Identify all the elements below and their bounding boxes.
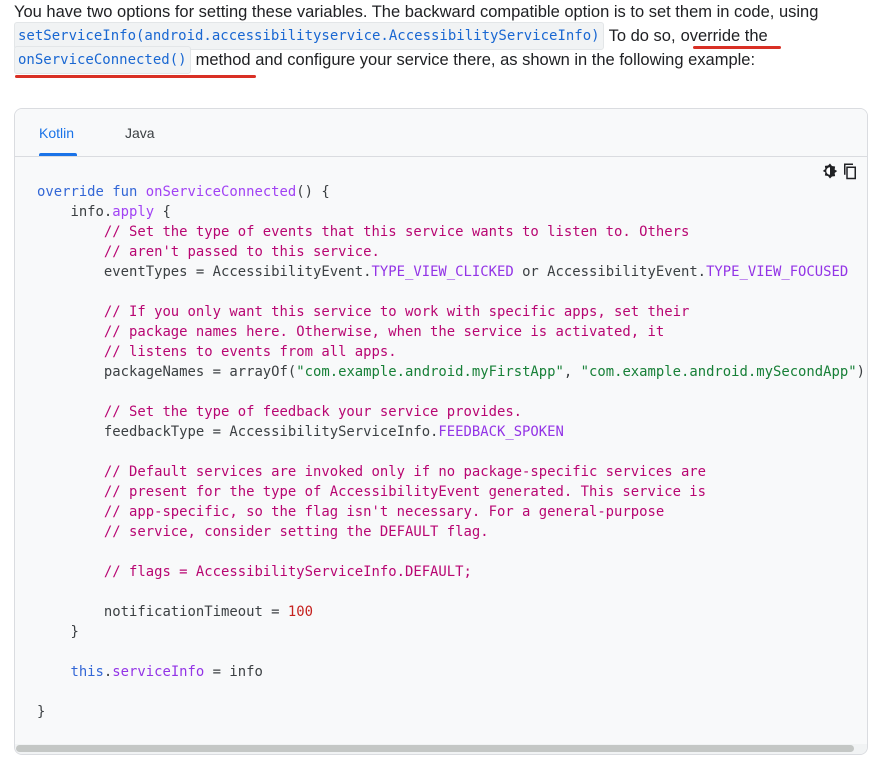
code-string: "com.example.android.myFirstApp" [296,364,564,380]
code-comment: // package names here. Otherwise, when t… [103,324,665,340]
intro-text-2: To do so, [608,27,676,45]
code-comment: // app-specific, so the flag isn't neces… [103,504,665,520]
highlight-underline-2 [15,75,256,78]
intro-line-1: You have two options for setting these v… [14,0,874,24]
code-token: FEEDBACK_SPOKEN [438,424,564,440]
override-link[interactable]: override the [681,24,768,48]
code-comment: // flags = AccessibilityServiceInfo.DEFA… [103,564,472,580]
intro-line-3: onServiceConnected() method and configur… [14,46,874,74]
brightness-icon[interactable] [821,162,839,180]
code-comment: // Set the type of feedback your service… [103,404,523,420]
horizontal-scrollbar[interactable] [15,744,867,754]
code-link-onserviceconnected[interactable]: onServiceConnected() [14,46,191,74]
active-tab-indicator [39,153,77,156]
code-token: TYPE_VIEW_FOCUSED [706,264,849,280]
code-content: override fun onServiceConnected() { info… [37,182,865,722]
code-token: , [563,364,581,380]
code-comment: // Set the type of events that this serv… [103,224,690,240]
code-comment: // service, consider setting the DEFAULT… [103,524,489,540]
code-comment: // Default services are invoked only if … [103,464,707,480]
code-sample-card: Kotlin Java override fun onServiceConnec… [14,108,868,755]
code-token: this [70,664,104,680]
intro-text-1: You have two options for setting these v… [14,3,819,21]
code-token: } [37,704,46,720]
code-token: = info [204,664,263,680]
code-token: ) [856,364,865,380]
intro-paragraph: You have two options for setting these v… [14,0,874,74]
code-token: } [70,624,79,640]
tab-kotlin[interactable]: Kotlin [39,125,74,141]
code-comment: // If you only want this service to work… [103,304,690,320]
code-token: TYPE_VIEW_CLICKED [371,264,514,280]
code-token: info [70,204,104,220]
code-token: override fun [37,184,138,200]
code-token: notificationTimeout = [103,604,288,620]
intro-line-2: setServiceInfo(android.accessibilityserv… [14,22,874,50]
language-tabs: Kotlin Java [15,109,867,157]
scrollbar-thumb[interactable] [16,745,854,752]
code-token: feedbackType = AccessibilityServiceInfo. [103,424,439,440]
code-token: () { [296,184,330,200]
code-token: serviceInfo [112,664,205,680]
code-comment: // present for the type of Accessibility… [103,484,707,500]
copy-icon[interactable] [841,162,859,180]
code-token: or AccessibilityEvent. [513,264,707,280]
intro-text-3: method and configure your service there,… [195,51,756,69]
code-number: 100 [287,604,313,620]
code-token: onServiceConnected [145,184,297,200]
code-token: packageNames = arrayOf( [103,364,297,380]
code-toolbar [821,162,859,180]
code-token: eventTypes = AccessibilityEvent. [103,264,372,280]
code-block: override fun onServiceConnected() { info… [15,157,867,747]
code-token: { [154,204,171,220]
code-string: "com.example.android.mySecondApp" [580,364,857,380]
tab-java[interactable]: Java [125,125,155,141]
code-comment: // listens to events from all apps. [103,344,397,360]
code-token: apply [112,204,155,220]
highlight-underline-1 [693,46,781,49]
code-comment: // aren't passed to this service. [103,244,380,260]
